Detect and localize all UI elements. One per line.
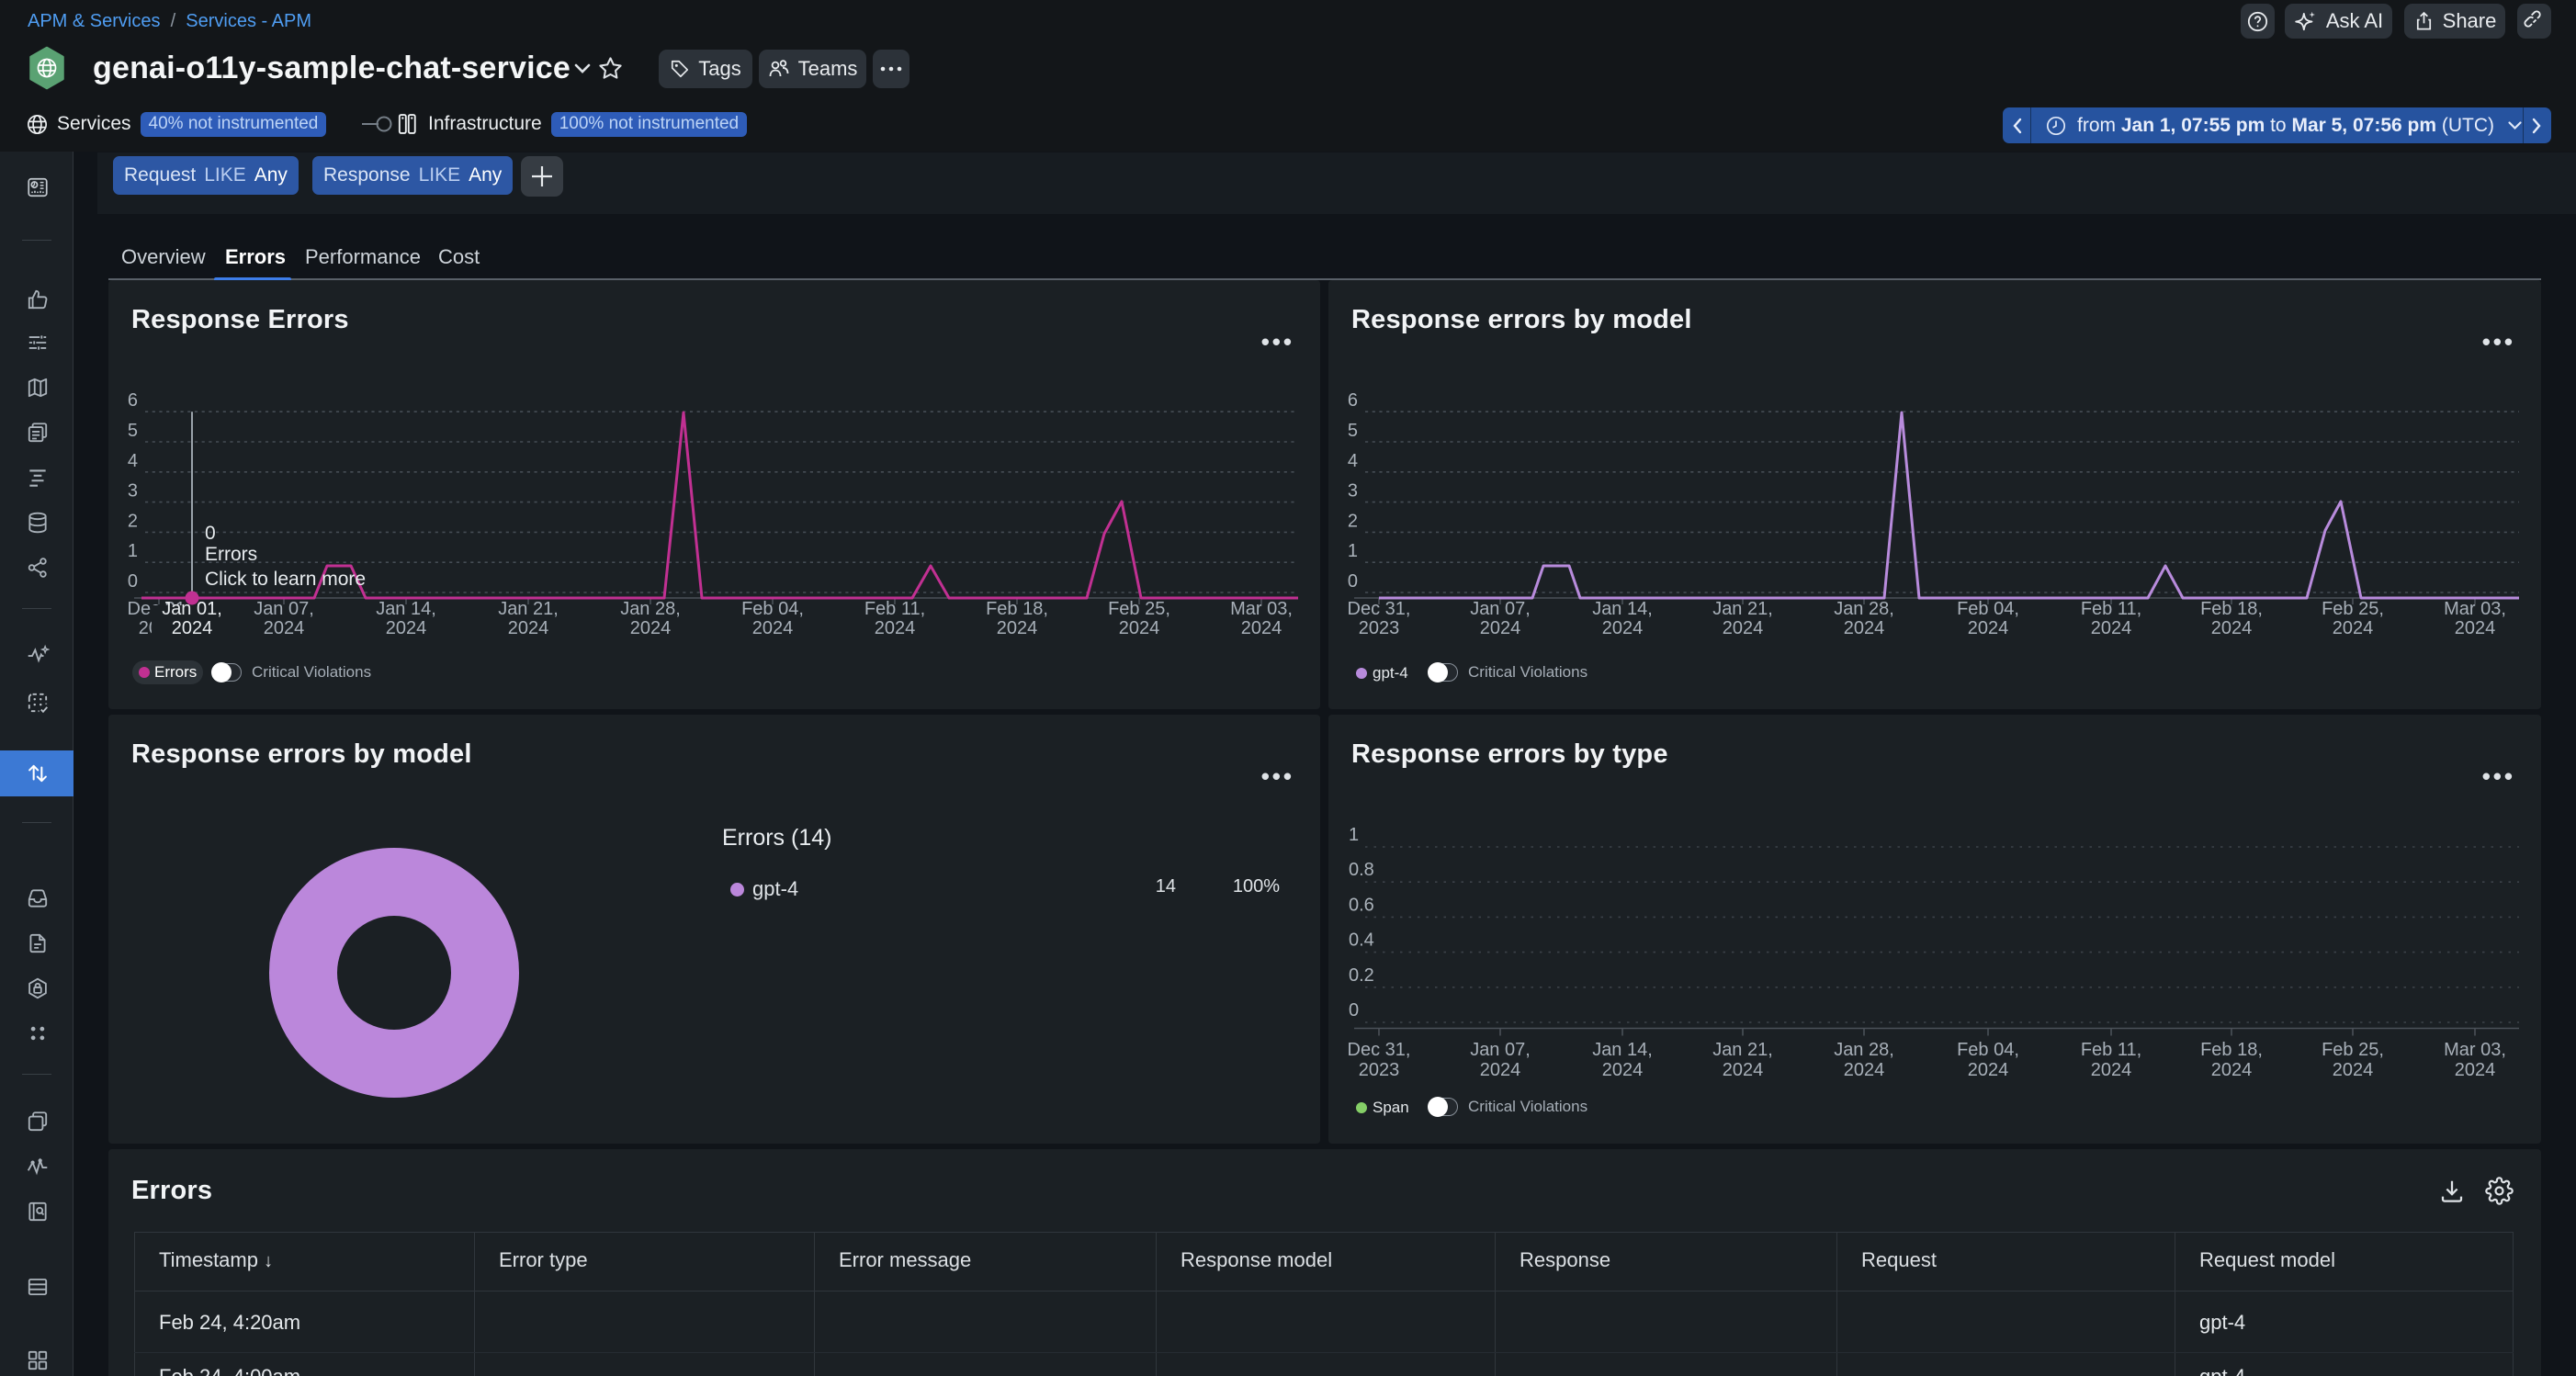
svg-text:Feb 04,: Feb 04, [1957,599,2019,619]
svg-text:0.2: 0.2 [1349,965,1374,986]
svg-text:Jan 21,: Jan 21, [1712,1040,1773,1060]
svg-text:2024: 2024 [264,618,305,638]
svg-text:2024: 2024 [1602,1060,1644,1080]
svg-text:2024: 2024 [1723,618,1764,638]
svg-text:0.8: 0.8 [1349,860,1374,880]
svg-text:2024: 2024 [2333,618,2374,638]
svg-text:2024: 2024 [1119,618,1160,638]
svg-text:5: 5 [1348,421,1358,441]
svg-text:Feb 18,: Feb 18, [2200,1040,2263,1060]
svg-text:2024: 2024 [630,618,672,638]
svg-text:2024: 2024 [172,618,213,638]
svg-text:Feb 11,: Feb 11, [864,599,925,619]
svg-text:Jan 28,: Jan 28, [1834,599,1894,619]
svg-text:Jan 14,: Jan 14, [1592,599,1653,619]
svg-text:2024: 2024 [1480,1060,1521,1080]
svg-text:Feb 04,: Feb 04, [741,599,804,619]
svg-text:Jan 28,: Jan 28, [1834,1040,1894,1060]
svg-text:1: 1 [1349,825,1359,845]
svg-text:Feb 25,: Feb 25, [2322,1040,2384,1060]
svg-text:Feb 25,: Feb 25, [1108,599,1170,619]
svg-text:2024: 2024 [1844,618,1885,638]
svg-text:Errors: Errors [205,544,257,565]
svg-text:2024: 2024 [1241,618,1282,638]
svg-text:Mar 03,: Mar 03, [1230,599,1293,619]
svg-text:0.6: 0.6 [1349,895,1374,915]
svg-text:3: 3 [1348,481,1358,502]
svg-text:0: 0 [205,523,216,544]
svg-text:2023: 2023 [1359,1060,1400,1080]
svg-text:Feb 11,: Feb 11, [2081,599,2141,619]
svg-text:2024: 2024 [2091,618,2132,638]
svg-text:3: 3 [128,481,138,502]
svg-text:Jan 14,: Jan 14, [376,599,436,619]
svg-text:2024: 2024 [2091,1060,2132,1080]
svg-text:2023: 2023 [1359,618,1400,638]
svg-text:2024: 2024 [2211,618,2253,638]
svg-text:Feb 18,: Feb 18, [2200,599,2263,619]
svg-text:Jan 28,: Jan 28, [620,599,681,619]
svg-text:2: 2 [128,511,138,531]
svg-text:Mar 03,: Mar 03, [2444,1040,2506,1060]
svg-text:2024: 2024 [752,618,794,638]
svg-text:0: 0 [1349,1000,1359,1021]
svg-text:Jan 21,: Jan 21, [1712,599,1773,619]
svg-text:Jan 14,: Jan 14, [1592,1040,1653,1060]
svg-text:Dec 31,: Dec 31, [1348,599,1411,619]
svg-text:Jan 21,: Jan 21, [498,599,559,619]
svg-text:Click to learn more: Click to learn more [205,569,366,590]
svg-text:Dec 31,: Dec 31, [1348,1040,1411,1060]
svg-text:2024: 2024 [997,618,1038,638]
svg-text:6: 6 [128,390,138,411]
svg-text:2024: 2024 [875,618,916,638]
svg-text:1: 1 [1348,541,1358,561]
svg-text:2024: 2024 [1968,1060,2009,1080]
svg-text:2024: 2024 [1602,618,1644,638]
svg-text:2024: 2024 [2333,1060,2374,1080]
svg-text:4: 4 [128,451,138,471]
svg-text:Feb 11,: Feb 11, [2081,1040,2141,1060]
svg-text:2024: 2024 [2455,1060,2496,1080]
svg-text:0: 0 [128,571,138,592]
svg-text:2024: 2024 [1844,1060,1885,1080]
svg-text:1: 1 [128,541,138,561]
svg-text:2024: 2024 [1968,618,2009,638]
svg-text:2: 2 [1348,511,1358,531]
svg-text:6: 6 [1348,390,1358,411]
svg-text:5: 5 [128,421,138,441]
svg-text:2024: 2024 [508,618,549,638]
svg-text:0.4: 0.4 [1349,930,1374,951]
svg-text:2024: 2024 [2211,1060,2253,1080]
svg-text:4: 4 [1348,451,1358,471]
svg-text:Jan 07,: Jan 07, [1470,599,1531,619]
svg-text:2024: 2024 [386,618,427,638]
svg-text:2024: 2024 [1723,1060,1764,1080]
svg-text:Mar 03,: Mar 03, [2444,599,2506,619]
svg-text:2024: 2024 [1480,618,1521,638]
svg-text:Feb 18,: Feb 18, [986,599,1048,619]
svg-text:2024: 2024 [2455,618,2496,638]
svg-text:Jan 07,: Jan 07, [254,599,314,619]
svg-text:0: 0 [1348,571,1358,592]
svg-text:Jan 07,: Jan 07, [1470,1040,1531,1060]
svg-text:Feb 25,: Feb 25, [2322,599,2384,619]
svg-text:Feb 04,: Feb 04, [1957,1040,2019,1060]
